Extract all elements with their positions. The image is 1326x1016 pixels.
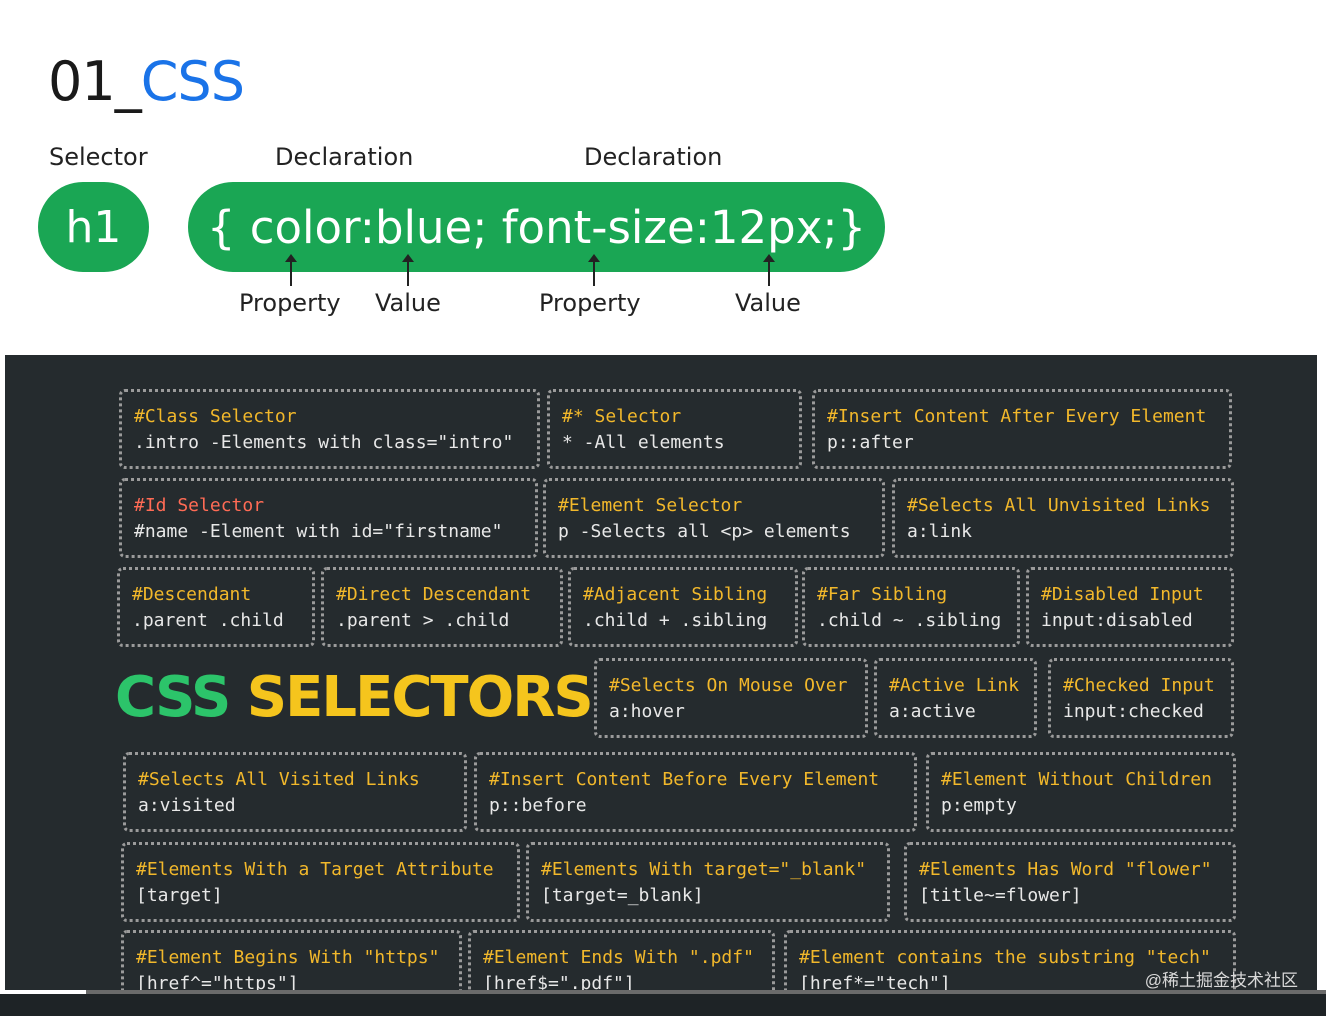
card-direct-descendant: #Direct Descendant .parent > .child: [321, 567, 563, 647]
value-label-2: Value: [735, 289, 801, 317]
card-descendant: #Descendant .parent .child: [117, 567, 315, 647]
card-checked-input: #Checked Input input:checked: [1048, 658, 1234, 738]
arrow-value-1: [402, 254, 414, 286]
card-empty: #Element Without Children p:empty: [926, 752, 1236, 832]
card-visited: #Selects All Visited Links a:visited: [123, 752, 467, 832]
card-target-attribute: #Elements With a Target Attribute [target…: [121, 842, 520, 922]
card-class-selector: #Class Selector .intro -Elements with cla…: [119, 389, 540, 469]
selector-label: Selector: [49, 143, 148, 171]
declaration-label-2: Declaration: [584, 143, 723, 171]
arrow-property-2: [588, 254, 600, 286]
card-hover: #Selects On Mouse Over a:hover: [594, 658, 868, 738]
card-after: #Insert Content After Every Element p::af…: [812, 389, 1232, 469]
title-prefix: 01_: [48, 50, 142, 113]
card-adjacent-sibling: #Adjacent Sibling .child + .sibling: [568, 567, 798, 647]
property-label-1: Property: [239, 289, 341, 317]
card-element-selector: #Element Selector p -Selects all <p> elem…: [543, 478, 885, 558]
card-before: #Insert Content Before Every Element p::b…: [474, 752, 917, 832]
watermark: @稀土掘金技术社区: [1144, 971, 1298, 990]
arrow-property-1: [285, 254, 297, 286]
declaration-label-1: Declaration: [275, 143, 414, 171]
card-target-blank: #Elements With target="_blank" [target=_b…: [526, 842, 890, 922]
page-title: 01_CSS: [48, 50, 245, 113]
property-label-2: Property: [539, 289, 641, 317]
card-active: #Active Link a:active: [874, 658, 1037, 738]
title-accent: CSS: [140, 50, 245, 113]
card-link: #Selects All Unvisited Links a:link: [892, 478, 1234, 558]
card-id-selector: #Id Selector #name -Element with id="firs…: [119, 478, 538, 558]
card-far-sibling: #Far Sibling .child ~ .sibling: [802, 567, 1020, 647]
card-word-flower: #Elements Has Word "flower" [title~=flowe…: [904, 842, 1236, 922]
video-controls-bar: [0, 994, 1326, 1016]
value-label-1: Value: [375, 289, 441, 317]
card-disabled-input: #Disabled Input input:disabled: [1026, 567, 1234, 647]
card-universal-selector: #* Selector * -All elements: [547, 389, 802, 469]
selector-pill: h1: [38, 182, 149, 272]
arrow-value-2: [763, 254, 775, 286]
css-selectors-heading: CSS SELECTORS: [115, 665, 594, 730]
